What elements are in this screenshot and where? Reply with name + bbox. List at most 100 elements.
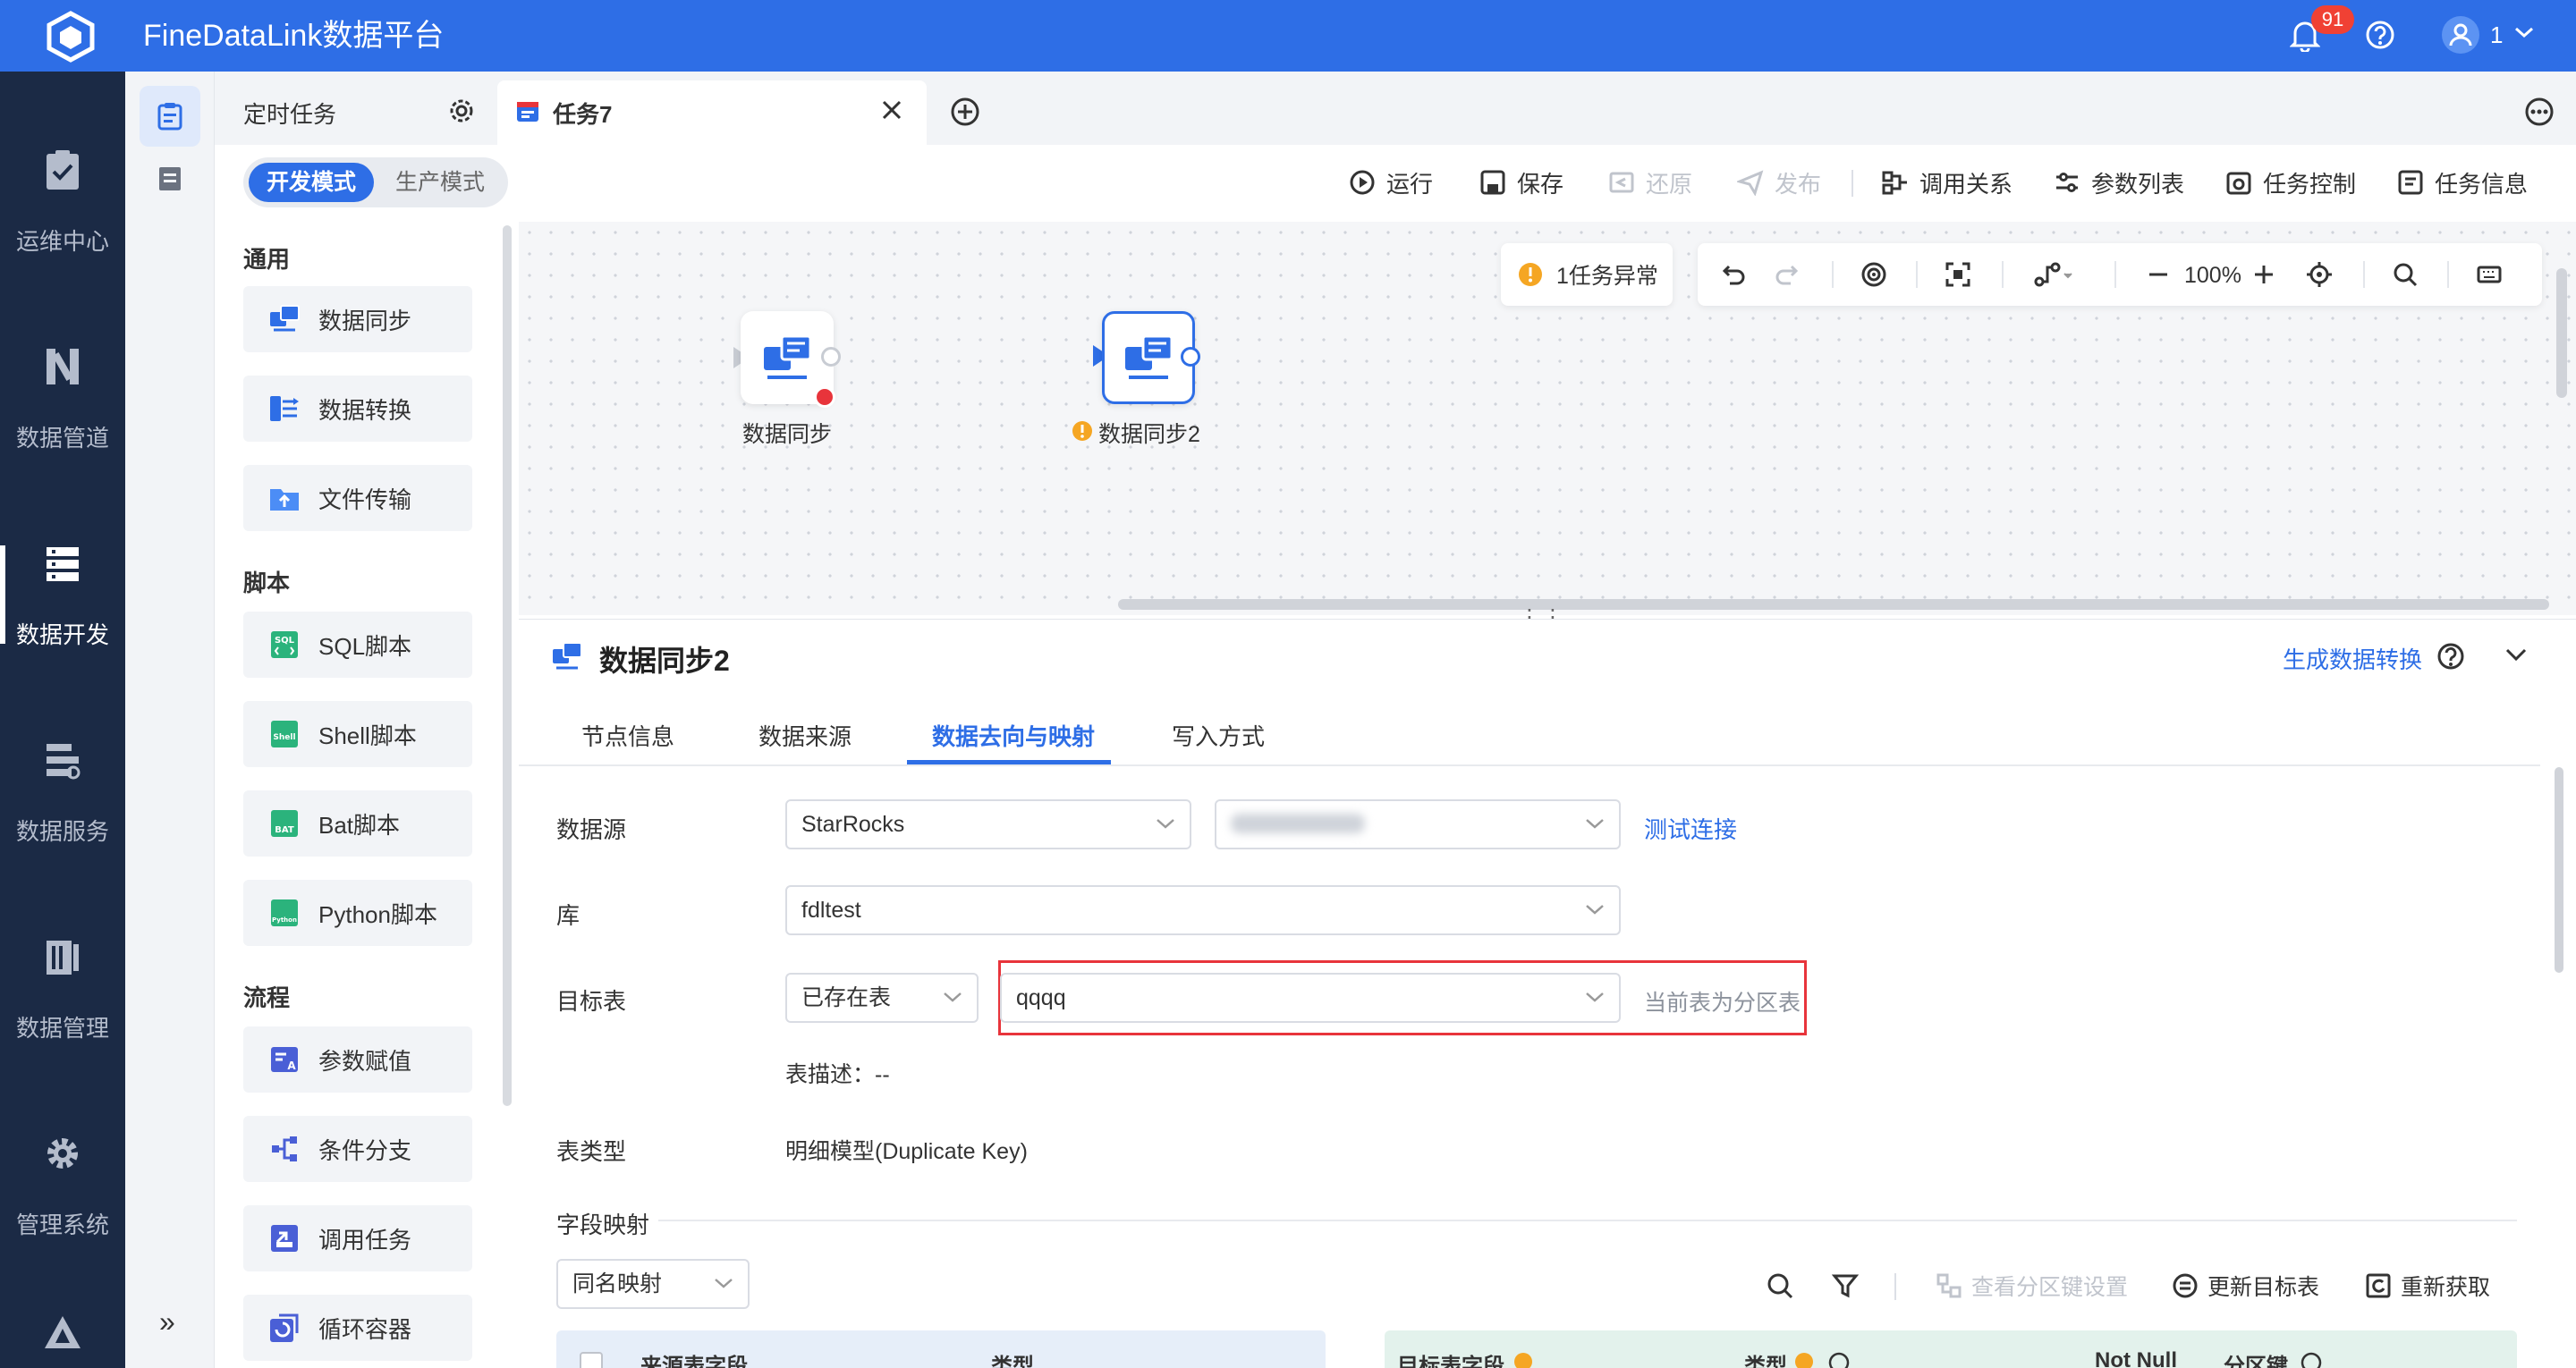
nav-label: 数据管道 [15, 425, 109, 452]
settings-gear-icon[interactable] [447, 97, 476, 125]
warning-icon [1513, 1352, 1533, 1368]
column-header: 目标表字段 [1397, 1355, 1504, 1368]
canvas-horizontal-scrollbar[interactable] [1118, 599, 2549, 610]
clipboard-check-icon [43, 148, 82, 191]
chevron-down-icon[interactable] [2513, 25, 2535, 39]
zoom-in-icon[interactable] [2250, 261, 2277, 288]
more-options-icon[interactable] [2524, 97, 2555, 127]
detail-scrollbar[interactable] [2555, 767, 2563, 973]
tab-scheduled-tasks[interactable]: 定时任务 [215, 80, 492, 145]
tab-data-target-mapping[interactable]: 数据去向与映射 [932, 719, 1095, 752]
publish-button[interactable]: 发布 [1737, 165, 1821, 200]
tab-task7[interactable]: 任务7 [497, 80, 927, 145]
palette-item-label: 数据同步 [318, 307, 412, 334]
nav-item-ops-center[interactable]: 运维中心 [0, 89, 125, 268]
palette-item-shell-script[interactable]: Shell Shell脚本 [243, 701, 472, 767]
task-control-button[interactable]: 任务控制 [2225, 165, 2356, 200]
tab-data-source[interactable]: 数据来源 [758, 719, 852, 752]
task-list-button[interactable] [140, 86, 200, 147]
section-divider [658, 1220, 2517, 1221]
node-output-port[interactable] [1181, 347, 1200, 367]
notification-count-badge: 91 [2311, 5, 2354, 34]
palette-item-label: 条件分支 [318, 1136, 412, 1164]
palette-item-bat-script[interactable]: BAT Bat脚本 [243, 790, 472, 857]
close-icon[interactable] [880, 98, 903, 122]
document-icon[interactable] [157, 165, 182, 193]
call-relation-button[interactable]: 调用关系 [1882, 165, 2012, 200]
palette-item-data-sync[interactable]: 数据同步 [243, 286, 472, 352]
nav-item-data-pipeline[interactable]: 数据管道 [0, 286, 125, 465]
nav-item-data-service[interactable]: 数据服务 [0, 680, 125, 858]
add-tab-icon[interactable] [950, 97, 980, 127]
search-button[interactable] [1766, 1268, 1803, 1304]
filter-button[interactable] [1832, 1268, 1868, 1304]
nav-item-management-system[interactable]: 管理系统 [0, 1073, 125, 1252]
triangle-logo-icon[interactable] [43, 1314, 82, 1350]
help-icon[interactable] [2365, 20, 2395, 50]
select-value: fdltest [801, 898, 861, 923]
svg-text:Shell: Shell [273, 733, 295, 742]
keyboard-icon[interactable] [2476, 261, 2503, 288]
prod-mode-button[interactable]: 生产模式 [376, 163, 504, 202]
run-button[interactable]: 运行 [1349, 165, 1433, 200]
locate-icon[interactable] [2306, 261, 2333, 288]
restore-button[interactable]: 还原 [1608, 165, 1692, 200]
palette-item-loop-container[interactable]: 循环容器 [243, 1295, 472, 1361]
generate-transform-link[interactable]: 生成数据转换 [2283, 642, 2422, 675]
palette-item-call-task[interactable]: 调用任务 [243, 1205, 472, 1271]
python-script-icon: Python [268, 897, 301, 929]
palette-item-condition-branch[interactable]: 条件分支 [243, 1116, 472, 1182]
param-list-button[interactable]: 参数列表 [2054, 165, 2184, 200]
connector-style-icon[interactable] [2034, 261, 2073, 288]
mapping-mode-select[interactable]: 同名映射 [556, 1259, 750, 1309]
zoom-out-icon[interactable] [2145, 261, 2172, 288]
expand-sidebar-icon[interactable]: » [159, 1305, 175, 1338]
undo-icon[interactable] [1721, 261, 1748, 288]
palette-item-label: Shell脚本 [318, 722, 417, 749]
help-icon[interactable] [2436, 642, 2465, 671]
database-select[interactable]: fdltest [785, 885, 1621, 935]
tab-node-info[interactable]: 节点信息 [581, 719, 674, 752]
test-connection-link[interactable]: 测试连接 [1644, 812, 1737, 845]
user-name[interactable]: 1 [2490, 21, 2503, 49]
node-style-icon[interactable] [1860, 261, 1887, 288]
nav-item-data-development[interactable]: 数据开发 [0, 483, 125, 662]
target-mode-select[interactable]: 已存在表 [785, 973, 979, 1023]
app-logo-icon[interactable] [45, 11, 97, 63]
view-partition-button[interactable]: 查看分区键设置 [1936, 1268, 2128, 1304]
info-icon[interactable] [2301, 1352, 2322, 1368]
dev-mode-button[interactable]: 开发模式 [249, 163, 374, 202]
palette-item-sql-script[interactable]: SQL SQL脚本 [243, 612, 472, 678]
palette-item-label: 调用任务 [318, 1226, 412, 1254]
palette-item-file-transfer[interactable]: 文件传输 [243, 465, 472, 531]
palette-item-param-assign[interactable]: A 参数赋值 [243, 1026, 472, 1093]
redo-icon[interactable] [1773, 261, 1800, 288]
task-control-label: 任务控制 [2263, 170, 2357, 198]
node-output-port[interactable] [821, 347, 841, 367]
nav-label: 数据开发 [15, 621, 109, 648]
palette-item-python-script[interactable]: Python Python脚本 [243, 880, 472, 946]
select-all-checkbox[interactable] [580, 1352, 603, 1368]
refetch-button[interactable]: 重新获取 [2365, 1268, 2490, 1304]
datasource-connection-select[interactable] [1215, 799, 1621, 849]
refresh-target-button[interactable]: 更新目标表 [2172, 1268, 2319, 1304]
fit-view-icon[interactable] [1945, 261, 1971, 288]
target-table-select[interactable]: qqqq [1000, 973, 1621, 1023]
canvas-vertical-scrollbar[interactable] [2556, 268, 2567, 398]
search-icon[interactable] [2392, 261, 2419, 288]
chevron-down-icon[interactable] [2504, 646, 2528, 663]
task-info-button[interactable]: 任务信息 [2397, 165, 2528, 200]
table-description: 表描述：-- [785, 1062, 890, 1087]
info-icon[interactable] [1828, 1352, 1850, 1368]
nav-label: 数据管理 [15, 1015, 109, 1042]
datasource-type-select[interactable]: StarRocks [785, 799, 1191, 849]
palette-item-data-transform[interactable]: 数据转换 [243, 376, 472, 442]
save-button[interactable]: 保存 [1479, 165, 1563, 200]
tab-write-method[interactable]: 写入方式 [1172, 719, 1265, 752]
bat-script-icon: BAT [268, 807, 301, 840]
user-avatar[interactable] [2442, 16, 2479, 54]
palette-group-script: 脚本 [243, 570, 291, 596]
task-alert-badge[interactable]: 1任务异常 [1501, 243, 1673, 306]
nav-item-data-management[interactable]: 数据管理 [0, 876, 125, 1055]
palette-scrollbar[interactable] [503, 225, 512, 1106]
